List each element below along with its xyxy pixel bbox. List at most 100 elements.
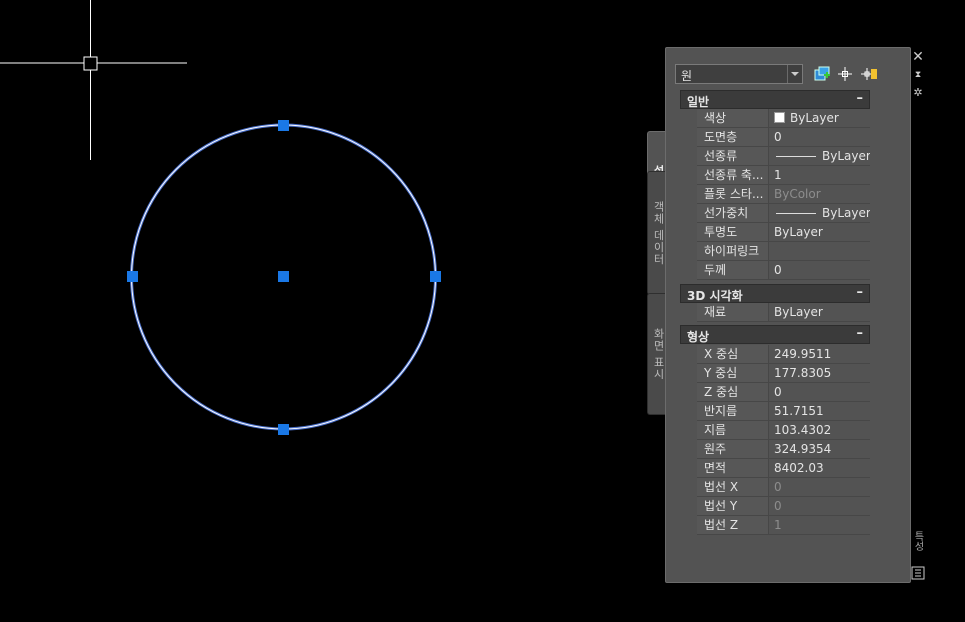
prop-row-thickness[interactable]: 두께 0 (697, 261, 870, 280)
collapse-icon[interactable]: – (857, 285, 864, 300)
section-geometry[interactable]: 형상 – (680, 325, 870, 344)
prop-row-layer[interactable]: 도면층 0 (697, 128, 870, 147)
prop-row-lineweight[interactable]: 선가중치 ByLayer (697, 204, 870, 223)
section-geometry-title: 형상 (687, 330, 710, 344)
collapse-icon[interactable]: – (857, 326, 864, 341)
properties-palette: 설계 객체 데이터 화면 표시 원 일반 – (647, 47, 925, 583)
section-general[interactable]: 일반 – (680, 90, 870, 109)
prop-name: 선가중치 (697, 204, 769, 222)
3d-properties: 재료 ByLayer (697, 303, 870, 322)
prop-value[interactable]: 51.7151 (770, 402, 870, 420)
prop-value[interactable]: 0 (770, 261, 870, 279)
prop-row-linetype-scale[interactable]: 선종류 축... 1 (697, 166, 870, 185)
toggle-pickadd-icon[interactable] (860, 65, 878, 83)
prop-row-area[interactable]: 면적 8402.03 (697, 459, 870, 478)
prop-name: 지름 (697, 421, 769, 439)
prop-row-center-z[interactable]: Z 중심 0 (697, 383, 870, 402)
prop-row-normal-x[interactable]: 법선 X 0 (697, 478, 870, 497)
prop-value[interactable]: 249.9511 (770, 345, 870, 363)
palette-title-strip: ✕ ⧗ ✲ 특성 (907, 48, 929, 582)
tab-display-label: 화면 표시 (652, 327, 665, 381)
object-type-select[interactable]: 원 (675, 64, 803, 84)
section-3d-title: 3D 시각화 (687, 289, 743, 303)
prop-value[interactable]: ByLayer (770, 109, 870, 127)
prop-row-center-y[interactable]: Y 중심 177.8305 (697, 364, 870, 383)
prop-value[interactable]: ByLayer (770, 147, 870, 165)
prop-name: 하이퍼링크 (697, 242, 769, 260)
palette-body: 원 일반 – 색상 ByLayer 도면층 0 선종류 ByLayer 선종류 … (665, 47, 925, 583)
prop-row-linetype[interactable]: 선종류 ByLayer (697, 147, 870, 166)
prop-value[interactable]: 324.9354 (770, 440, 870, 458)
grip-top[interactable] (278, 120, 289, 131)
quick-select-icon[interactable] (813, 65, 831, 83)
grip-center[interactable] (278, 271, 289, 282)
chevron-down-icon[interactable] (787, 65, 802, 83)
prop-value[interactable]: 0 (770, 383, 870, 401)
prop-value[interactable] (770, 242, 870, 260)
prop-row-center-x[interactable]: X 중심 249.9511 (697, 345, 870, 364)
prop-value-text: ByLayer (790, 111, 839, 125)
prop-value[interactable]: 0 (770, 128, 870, 146)
prop-value[interactable]: 1 (770, 166, 870, 184)
prop-name: X 중심 (697, 345, 769, 363)
prop-value[interactable]: 8402.03 (770, 459, 870, 477)
prop-name: 색상 (697, 109, 769, 127)
prop-value-text: ByLayer (822, 206, 870, 220)
prop-name: 면적 (697, 459, 769, 477)
prop-row-transparency[interactable]: 투명도 ByLayer (697, 223, 870, 242)
autohide-icon[interactable]: ⧗ (911, 68, 925, 82)
prop-name: 선종류 축... (697, 166, 769, 184)
grip-right[interactable] (430, 271, 441, 282)
prop-name: 반지름 (697, 402, 769, 420)
prop-value: ByColor (774, 187, 821, 201)
prop-name: 재료 (697, 303, 769, 321)
prop-row-hyperlink[interactable]: 하이퍼링크 (697, 242, 870, 261)
prop-value[interactable]: 103.4302 (770, 421, 870, 439)
prop-name: 법선 Y (697, 497, 769, 515)
prop-value[interactable]: ByLayer (770, 223, 870, 241)
prop-name: 법선 Z (697, 516, 769, 534)
properties-corner-icon[interactable] (911, 566, 925, 580)
object-type-value: 원 (681, 69, 693, 83)
prop-value-text: ByLayer (822, 149, 870, 163)
prop-name: 플롯 스타... (697, 185, 769, 203)
crosshair-cursor (0, 0, 187, 160)
prop-row-diameter[interactable]: 지름 103.4302 (697, 421, 870, 440)
prop-name: 두께 (697, 261, 769, 279)
settings-icon[interactable]: ✲ (911, 86, 925, 100)
palette-title: 특성 (912, 531, 923, 551)
lineweight-sample-icon (776, 213, 816, 214)
prop-value[interactable]: ByLayer (770, 303, 870, 321)
grip-left[interactable] (127, 271, 138, 282)
section-general-title: 일반 (687, 95, 710, 109)
section-3d-visualization[interactable]: 3D 시각화 – (680, 284, 870, 303)
collapse-icon[interactable]: – (857, 91, 864, 106)
prop-value: 0 (774, 480, 782, 494)
tab-object-data-label: 객체 데이터 (652, 200, 665, 266)
prop-row-material[interactable]: 재료 ByLayer (697, 303, 870, 322)
prop-name: 원주 (697, 440, 769, 458)
select-objects-icon[interactable] (836, 65, 854, 83)
prop-name: 법선 X (697, 478, 769, 496)
prop-name: 투명도 (697, 223, 769, 241)
prop-name: 도면층 (697, 128, 769, 146)
prop-row-radius[interactable]: 반지름 51.7151 (697, 402, 870, 421)
prop-name: Z 중심 (697, 383, 769, 401)
close-icon[interactable]: ✕ (911, 50, 925, 64)
prop-value[interactable]: 177.8305 (770, 364, 870, 382)
prop-value: 0 (774, 499, 782, 513)
prop-row-normal-y[interactable]: 법선 Y 0 (697, 497, 870, 516)
prop-name: 선종류 (697, 147, 769, 165)
linetype-sample-icon (776, 156, 816, 157)
geometry-properties: X 중심 249.9511 Y 중심 177.8305 Z 중심 0 반지름 5… (697, 345, 870, 535)
prop-name: Y 중심 (697, 364, 769, 382)
grip-bottom[interactable] (278, 424, 289, 435)
general-properties: 색상 ByLayer 도면층 0 선종류 ByLayer 선종류 축... 1 … (697, 109, 870, 280)
prop-row-circumference[interactable]: 원주 324.9354 (697, 440, 870, 459)
color-swatch-icon (774, 112, 785, 123)
prop-value[interactable]: ByLayer (770, 204, 870, 222)
prop-row-plot-style[interactable]: 플롯 스타... ByColor (697, 185, 870, 204)
prop-value: 1 (774, 518, 782, 532)
prop-row-normal-z[interactable]: 법선 Z 1 (697, 516, 870, 535)
prop-row-color[interactable]: 색상 ByLayer (697, 109, 870, 128)
